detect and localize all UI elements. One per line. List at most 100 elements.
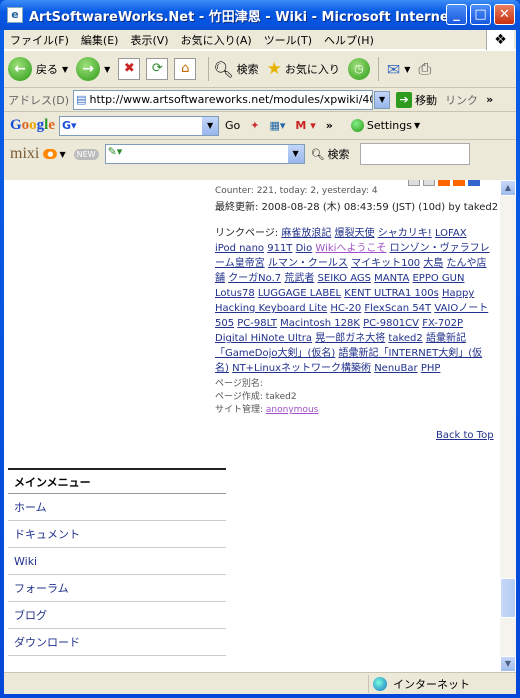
- browser-window: e ArtSoftwareWorks.Net - 竹田津恩 - Wiki - M…: [0, 0, 520, 698]
- google-search-input[interactable]: G▾ ▼: [59, 115, 220, 136]
- link-page[interactable]: Wikiへようこそ: [315, 243, 386, 254]
- linked-pages: リンクページ: 麻雀放浪記 爆裂天使 シャカリキ! LOFAX iPod nan…: [215, 226, 490, 376]
- menu-view[interactable]: 表示(V): [124, 32, 174, 48]
- mail-dropdown-icon[interactable]: ▼: [404, 65, 410, 74]
- link-page[interactable]: SEIKO AGS: [318, 273, 371, 284]
- link-page[interactable]: taked2: [388, 333, 422, 344]
- pagerank-icon[interactable]: ▦▾: [270, 119, 286, 132]
- minimize-button[interactable]: _: [446, 4, 467, 25]
- forward-dropdown-icon[interactable]: ▼: [104, 65, 110, 74]
- back-button[interactable]: ← 戻る ▼: [8, 57, 68, 81]
- settings-label: Settings: [366, 119, 412, 132]
- link-page[interactable]: PC-9801CV: [363, 318, 419, 329]
- link-page[interactable]: Macintosh 128K: [280, 318, 360, 329]
- mixi-dropdown-icon[interactable]: ▼: [59, 150, 65, 159]
- rss-icon[interactable]: [438, 180, 450, 186]
- link-page[interactable]: Dio: [296, 243, 313, 254]
- link-page[interactable]: シャカリキ!: [378, 228, 432, 239]
- link-page[interactable]: MANTA: [374, 273, 409, 284]
- atom-icon[interactable]: [468, 180, 480, 186]
- link-page[interactable]: 晃一郎ガネ大将: [315, 333, 385, 344]
- window-title: ArtSoftwareWorks.Net - 竹田津恩 - Wiki - Mic…: [29, 9, 449, 25]
- link-page[interactable]: LUGGAGE LABEL: [258, 288, 341, 299]
- mixi-extra-input[interactable]: [359, 143, 470, 165]
- link-page[interactable]: 荒武者: [284, 273, 314, 284]
- bookmark-icon[interactable]: ✦: [250, 119, 259, 132]
- home-icon[interactable]: ⌂: [174, 58, 197, 80]
- menu-item-home[interactable]: ホーム: [8, 494, 226, 521]
- address-input[interactable]: ▤ http://www.artsoftwareworks.net/module…: [73, 89, 374, 110]
- close-button[interactable]: ✕: [494, 4, 515, 25]
- link-page[interactable]: LOFAX: [435, 228, 467, 239]
- forward-button[interactable]: → ▼: [76, 57, 110, 81]
- link-page[interactable]: NT+Linuxネットワーク構築術: [232, 363, 371, 374]
- scroll-down-icon[interactable]: ▼: [500, 656, 516, 672]
- link-page[interactable]: iPod nano: [215, 243, 264, 254]
- mixi-search-input[interactable]: ✎▾ ▼: [104, 144, 305, 164]
- link-page[interactable]: PHP: [421, 363, 441, 374]
- security-zone: インターネット: [368, 675, 470, 693]
- mail-icon[interactable]: ✉: [387, 60, 400, 79]
- google-dropdown-icon[interactable]: ▼: [202, 116, 219, 135]
- link-page[interactable]: FX-702P: [422, 318, 463, 329]
- menu-item-documents[interactable]: ドキュメント: [8, 521, 226, 548]
- menu-item-download[interactable]: ダウンロード: [8, 629, 226, 656]
- scroll-up-icon[interactable]: ▲: [500, 180, 516, 196]
- print-page-icon[interactable]: [408, 180, 420, 186]
- link-page[interactable]: KENT ULTRA1 100s: [344, 288, 439, 299]
- mixi-badge-icon: ●: [43, 149, 58, 159]
- links-label[interactable]: リンク: [445, 92, 478, 108]
- link-page[interactable]: EPPO GUN: [412, 273, 464, 284]
- more-chevron-icon[interactable]: »: [326, 119, 333, 132]
- menu-item-wiki[interactable]: Wiki: [8, 548, 226, 575]
- link-page[interactable]: 爆裂天使: [335, 228, 375, 239]
- print-icon[interactable]: ⎙: [418, 59, 431, 79]
- menu-file[interactable]: ファイル(F): [4, 32, 75, 48]
- link-page[interactable]: Lotus78: [215, 288, 255, 299]
- menu-item-forum[interactable]: フォーラム: [8, 575, 226, 602]
- link-page[interactable]: 911T: [267, 243, 292, 254]
- back-dropdown-icon[interactable]: ▼: [62, 65, 68, 74]
- address-dropdown-icon[interactable]: ▼: [374, 90, 391, 109]
- link-page[interactable]: Digital HiNote Ultra: [215, 333, 312, 344]
- link-page[interactable]: クーガNo.7: [228, 273, 281, 284]
- menu-tools[interactable]: ツール(T): [258, 32, 318, 48]
- search-button[interactable]: 🔍︎ 検索: [213, 60, 258, 79]
- gmail-icon[interactable]: M ▾: [295, 119, 315, 132]
- link-page[interactable]: ルマン・クールス: [268, 258, 348, 269]
- link-page[interactable]: NenuBar: [374, 363, 417, 374]
- vertical-scrollbar[interactable]: ▲ ▼: [500, 180, 516, 672]
- link-page[interactable]: 麻雀放浪記: [281, 228, 331, 239]
- favorites-button[interactable]: ★ お気に入り: [267, 59, 340, 79]
- menu-item-blog[interactable]: ブログ: [8, 602, 226, 629]
- link-page[interactable]: HC-20: [330, 303, 361, 314]
- go-button[interactable]: ➔ 移動: [396, 91, 437, 108]
- refresh-icon[interactable]: ⟳: [146, 58, 169, 80]
- history-icon[interactable]: ◷: [347, 58, 370, 80]
- mixi-input-dropdown-icon[interactable]: ▼: [287, 145, 304, 163]
- link-page[interactable]: マイキット100: [351, 258, 420, 269]
- google-g-icon: G▾: [62, 119, 77, 132]
- page-icon: ▤: [76, 93, 87, 106]
- edit-page-icon[interactable]: [423, 180, 435, 186]
- link-page[interactable]: 大島: [423, 258, 443, 269]
- menu-edit[interactable]: 編集(E): [75, 32, 125, 48]
- maximize-button[interactable]: □: [470, 4, 491, 25]
- title-bar[interactable]: e ArtSoftwareWorks.Net - 竹田津恩 - Wiki - M…: [0, 0, 520, 30]
- settings-dropdown-icon: ▼: [413, 121, 421, 130]
- chevron-right-icon[interactable]: »: [486, 93, 493, 106]
- scrollbar-thumb[interactable]: [500, 578, 516, 618]
- rss2-icon[interactable]: [453, 180, 465, 186]
- google-toolbar: Google G▾ ▼ Go ✦ ▦▾ M ▾ » Settings ▼: [4, 112, 516, 140]
- toolbar-separator: [208, 57, 210, 81]
- back-to-top-link[interactable]: Back to Top: [436, 430, 494, 441]
- menu-help[interactable]: ヘルプ(H): [318, 32, 380, 48]
- link-page[interactable]: FlexScan 54T: [364, 303, 431, 314]
- link-page[interactable]: PC-98LT: [237, 318, 277, 329]
- settings-button[interactable]: Settings ▼: [350, 119, 421, 132]
- mixi-search-button[interactable]: 🔍︎ 検索: [311, 146, 350, 162]
- site-admin-link[interactable]: anonymous: [266, 405, 318, 415]
- menu-favorites[interactable]: お気に入り(A): [175, 32, 258, 48]
- google-go-button[interactable]: Go: [225, 119, 240, 132]
- stop-icon[interactable]: ✖: [118, 58, 141, 80]
